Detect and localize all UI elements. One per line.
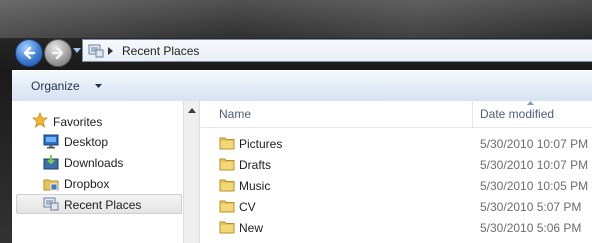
file-list: Name Date modified Pictures 5/30/2010 10…: [200, 101, 592, 243]
title-bar-glass: [0, 0, 592, 38]
scroll-up-icon[interactable]: [188, 108, 196, 113]
nav-item-label: Downloads: [64, 156, 124, 170]
column-header-name[interactable]: Name: [219, 107, 251, 121]
arrow-left-icon: [23, 46, 36, 60]
recent-places-icon: [88, 44, 104, 58]
nav-item-label: Recent Places: [64, 198, 142, 212]
nav-item-downloads[interactable]: Downloads: [12, 153, 180, 173]
recent-places-icon: [43, 197, 59, 211]
nav-item-recent-places[interactable]: Recent Places: [16, 194, 182, 214]
organize-button[interactable]: Organize: [31, 79, 80, 93]
column-header-date-modified[interactable]: Date modified: [480, 107, 554, 121]
file-row[interactable]: Music 5/30/2010 10:05 PM: [200, 175, 592, 196]
star-icon: [32, 112, 48, 128]
nav-item-label: Dropbox: [64, 177, 110, 191]
desktop-icon: [43, 134, 59, 149]
window-frame: Recent Places Organize Favorites Desktop…: [0, 0, 592, 243]
nav-item-label: Desktop: [64, 135, 109, 149]
file-row[interactable]: New 5/30/2010 5:06 PM: [200, 217, 592, 238]
folder-icon: [219, 137, 235, 150]
file-date-modified: 5/30/2010 10:05 PM: [480, 179, 589, 193]
column-divider[interactable]: [472, 101, 473, 127]
file-row[interactable]: CV 5/30/2010 5:07 PM: [200, 196, 592, 217]
downloads-icon: [43, 155, 59, 170]
breadcrumb-chevron-icon[interactable]: [108, 47, 113, 55]
back-button[interactable]: [15, 39, 43, 67]
file-row[interactable]: Drafts 5/30/2010 10:07 PM: [200, 154, 592, 175]
navigation-pane: Favorites Desktop Downloads Dropbox Rece…: [12, 101, 182, 243]
file-date-modified: 5/30/2010 5:06 PM: [480, 221, 582, 235]
file-row[interactable]: Pictures 5/30/2010 10:07 PM: [200, 133, 592, 154]
sort-indicator-icon: [527, 101, 534, 105]
file-name: Pictures: [239, 137, 283, 151]
folder-icon: [219, 221, 235, 234]
dropbox-icon: [43, 179, 59, 191]
explorer-content: Favorites Desktop Downloads Dropbox Rece…: [12, 101, 592, 243]
nav-pane-scrollbar[interactable]: [183, 101, 200, 243]
forward-button[interactable]: [44, 39, 72, 67]
file-date-modified: 5/30/2010 5:07 PM: [480, 200, 582, 214]
nav-item-favorites[interactable]: Favorites: [12, 112, 180, 132]
nav-item-label: Favorites: [53, 115, 103, 129]
recent-pages-dropdown-icon[interactable]: [73, 48, 81, 53]
address-bar[interactable]: Recent Places: [82, 39, 592, 62]
arrow-right-icon: [51, 46, 64, 60]
file-name: Music: [239, 179, 271, 193]
command-bar: Organize: [12, 70, 592, 102]
file-date-modified: 5/30/2010 10:07 PM: [480, 137, 589, 151]
nav-item-desktop[interactable]: Desktop: [12, 132, 180, 152]
file-name: New: [239, 221, 264, 235]
file-name: CV: [239, 200, 256, 214]
column-header-row: Name Date modified: [200, 101, 592, 128]
folder-icon: [219, 200, 235, 213]
chevron-down-icon[interactable]: [95, 84, 102, 88]
folder-icon: [219, 158, 235, 171]
folder-icon: [219, 179, 235, 192]
address-location[interactable]: Recent Places: [122, 44, 199, 58]
file-name: Drafts: [239, 158, 272, 172]
nav-item-dropbox[interactable]: Dropbox: [12, 174, 180, 194]
file-date-modified: 5/30/2010 10:07 PM: [480, 158, 589, 172]
